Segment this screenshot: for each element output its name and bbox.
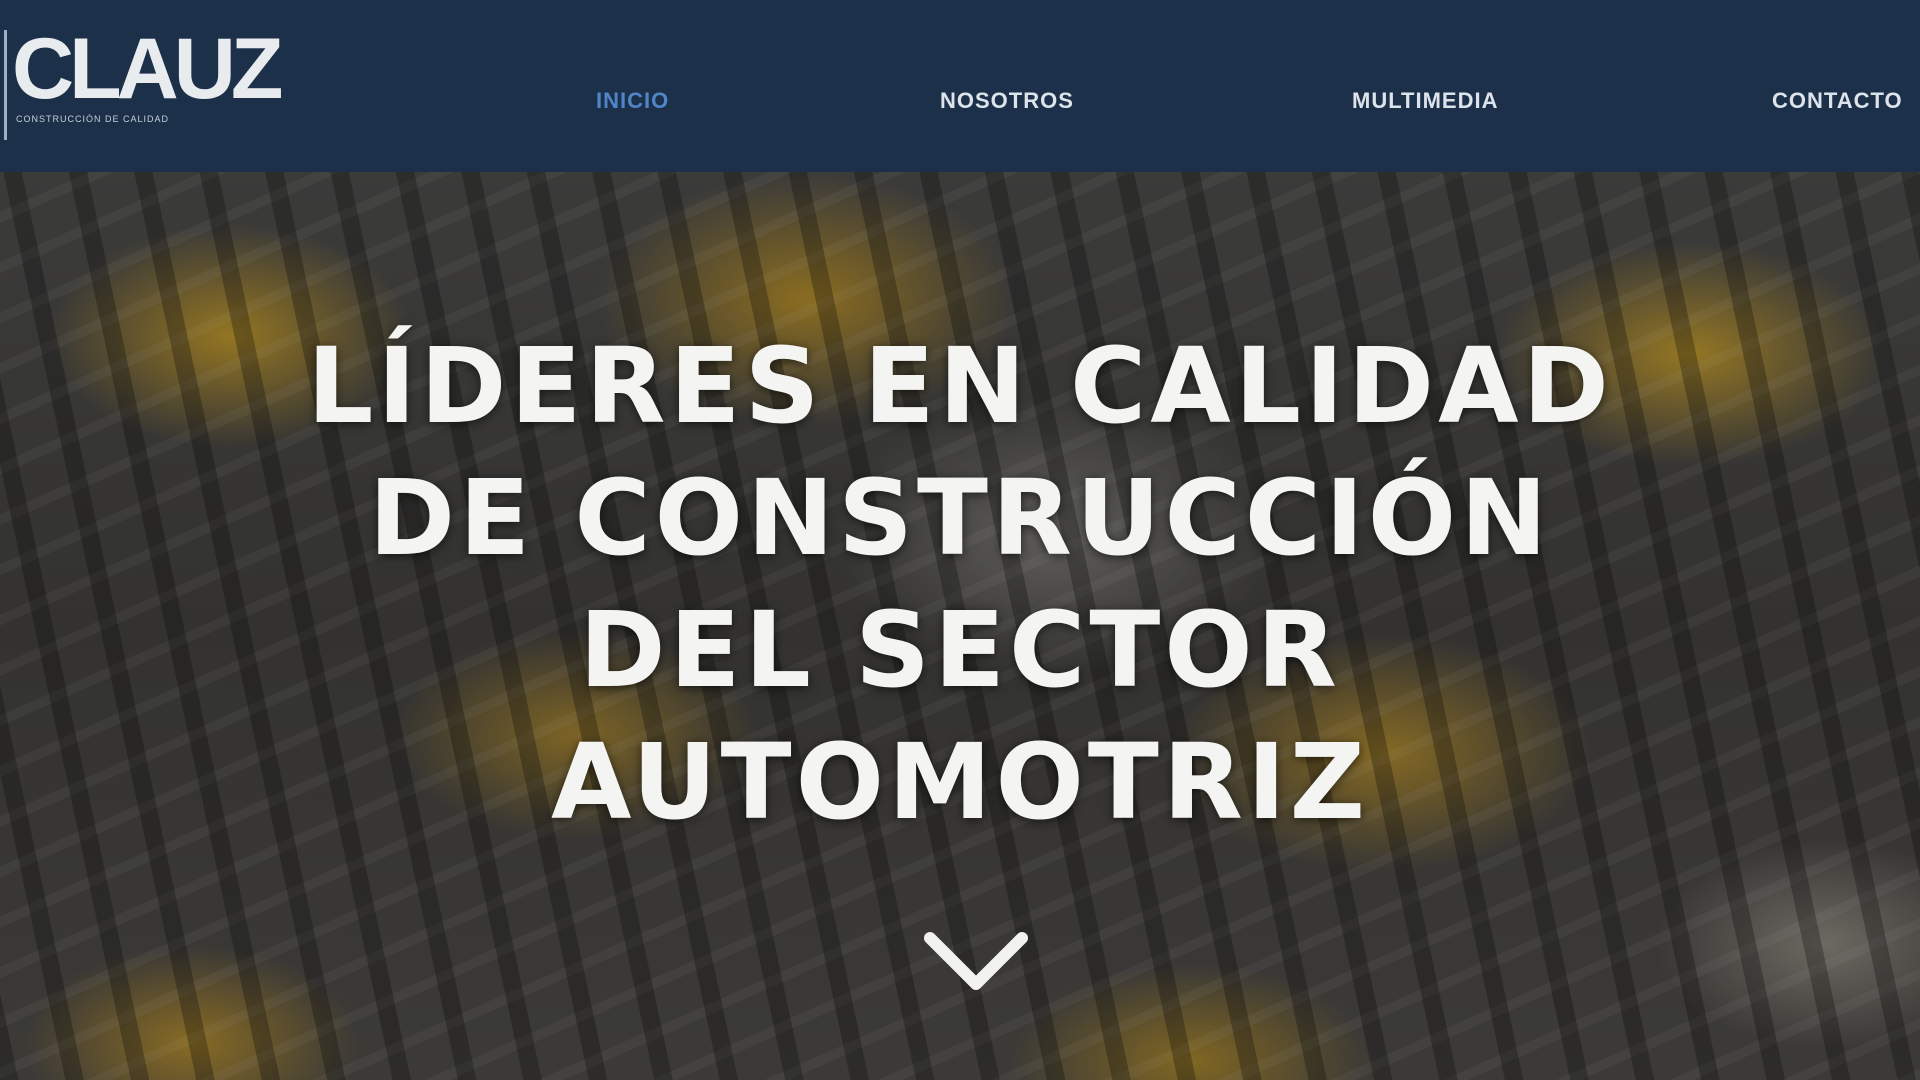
site-header: CLAUZ CONSTRUCCIÓN DE CALIDAD INICIO NOS… (0, 0, 1920, 172)
chevron-down-icon-svg (924, 932, 1028, 990)
nav-item-contacto[interactable]: CONTACTO (1772, 88, 1903, 114)
main-nav: INICIO NOSOTROS MULTIMEDIA CONTACTO (0, 88, 1920, 128)
nav-item-nosotros[interactable]: NOSOTROS (940, 88, 1074, 114)
hero-title-line: DEL SECTOR (579, 589, 1341, 711)
chevron-down-icon[interactable] (916, 924, 1036, 1004)
page: CLAUZ CONSTRUCCIÓN DE CALIDAD INICIO NOS… (0, 0, 1920, 1080)
nav-item-inicio[interactable]: INICIO (596, 88, 669, 114)
hero-title: LÍDERES EN CALIDAD DE CONSTRUCCIÓN DEL S… (260, 320, 1660, 848)
hero-title-line: AUTOMOTRIZ (550, 721, 1370, 843)
hero-title-line: LÍDERES EN CALIDAD (307, 325, 1613, 447)
hero-section: LÍDERES EN CALIDAD DE CONSTRUCCIÓN DEL S… (0, 172, 1920, 1080)
hero-title-line: DE CONSTRUCCIÓN (368, 457, 1552, 579)
nav-item-multimedia[interactable]: MULTIMEDIA (1352, 88, 1498, 114)
